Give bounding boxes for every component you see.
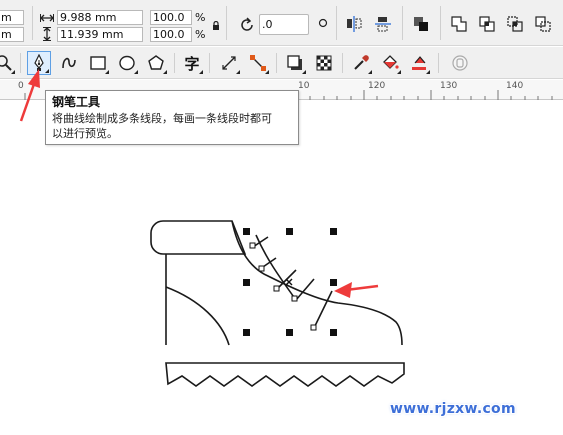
ruler-label: 10 — [298, 81, 310, 91]
drop-shadow-tool[interactable] — [283, 51, 307, 75]
scale-x-percent: % — [195, 11, 206, 24]
eyedropper-tool[interactable] — [349, 51, 373, 75]
dimension-tool[interactable] — [217, 51, 241, 75]
rotation-value: .0 — [262, 18, 273, 31]
width-value: 9.988 mm — [60, 11, 117, 24]
trim-icon — [479, 16, 495, 32]
lock-object-button[interactable] — [448, 51, 472, 75]
bspline-tool[interactable] — [57, 51, 81, 75]
height-value: 11.939 mm — [60, 28, 124, 41]
lock-icon — [452, 55, 468, 71]
simplify-button[interactable] — [532, 13, 554, 35]
tooltip-description-line: 以进行预览。 — [52, 127, 118, 140]
height-icon — [42, 27, 52, 44]
tooltip-title: 钢笔工具 — [52, 95, 101, 109]
y-position-value: m — [1, 28, 12, 41]
toolbox-row: 字 — [0, 47, 563, 79]
drawing-canvas[interactable] — [0, 101, 563, 435]
rectangle-tool[interactable] — [86, 51, 110, 75]
lock-ratio-icon[interactable] — [212, 19, 220, 33]
separator — [226, 6, 227, 40]
weld-icon — [451, 16, 467, 32]
connector-tool[interactable] — [246, 51, 270, 75]
transparency-icon — [316, 55, 332, 71]
interactive-fill-tool[interactable] — [378, 51, 402, 75]
property-bar: m m 9.988 mm 11.939 mm 100.0 100.0 % % .… — [0, 0, 563, 46]
mirror-horizontal-button[interactable] — [343, 13, 365, 35]
intersect-button[interactable] — [504, 13, 526, 35]
scale-x-value: 100.0 — [153, 11, 185, 24]
rotation-center-icon[interactable] — [318, 17, 328, 31]
x-position-field[interactable]: m — [0, 10, 24, 25]
arrange-icon — [414, 17, 428, 31]
scale-x-field[interactable]: 100.0 — [150, 10, 192, 25]
mirror-v-icon — [375, 17, 391, 32]
text-tool[interactable]: 字 — [180, 51, 204, 75]
height-field[interactable]: 11.939 mm — [57, 27, 143, 42]
intersect-icon — [507, 16, 523, 32]
tooltip-description: 将曲线绘制成多条线段，每画一条线段时都可 以进行预览。 — [52, 111, 292, 141]
trim-button[interactable] — [476, 13, 498, 35]
watermark: www.rjzxw.com — [390, 401, 516, 417]
arrange-button[interactable] — [410, 13, 432, 35]
ellipse-tool[interactable] — [115, 51, 139, 75]
ruler-label: 120 — [368, 81, 386, 91]
separator — [402, 6, 403, 40]
weld-button[interactable] — [448, 13, 470, 35]
mirror-h-icon — [347, 16, 362, 32]
rotate-icon — [239, 17, 255, 36]
separator — [32, 6, 33, 40]
text-icon: 字 — [184, 54, 200, 73]
scale-y-percent: % — [195, 28, 206, 41]
separator — [438, 53, 439, 73]
polygon-tool[interactable] — [144, 51, 168, 75]
bspline-icon — [62, 57, 76, 69]
zoom-tool[interactable] — [0, 51, 16, 75]
y-position-field[interactable]: m — [0, 27, 24, 42]
tooltip-description-line: 将曲线绘制成多条线段，每画一条线段时都可 — [52, 112, 272, 125]
smart-fill-tool[interactable] — [407, 51, 431, 75]
ruler-label: 140 — [506, 81, 524, 91]
width-icon — [40, 12, 54, 26]
transparency-tool[interactable] — [312, 51, 336, 75]
x-position-value: m — [1, 11, 12, 24]
mirror-vertical-button[interactable] — [372, 13, 394, 35]
pen-tool-tooltip: 钢笔工具 将曲线绘制成多条线段，每画一条线段时都可 以进行预览。 — [45, 90, 299, 145]
separator — [20, 53, 21, 73]
ruler-label: 130 — [440, 81, 458, 91]
scale-y-value: 100.0 — [153, 28, 185, 41]
separator — [336, 6, 337, 40]
separator — [342, 53, 343, 73]
width-field[interactable]: 9.988 mm — [57, 10, 143, 25]
separator — [276, 53, 277, 73]
ruler-label: 0 — [18, 81, 24, 91]
rotation-field[interactable]: .0 — [259, 14, 309, 35]
separator — [440, 6, 441, 40]
simplify-icon — [535, 16, 551, 32]
scale-y-field[interactable]: 100.0 — [150, 27, 192, 42]
separator — [209, 53, 210, 73]
separator — [174, 53, 175, 73]
pen-tool[interactable] — [27, 51, 51, 75]
